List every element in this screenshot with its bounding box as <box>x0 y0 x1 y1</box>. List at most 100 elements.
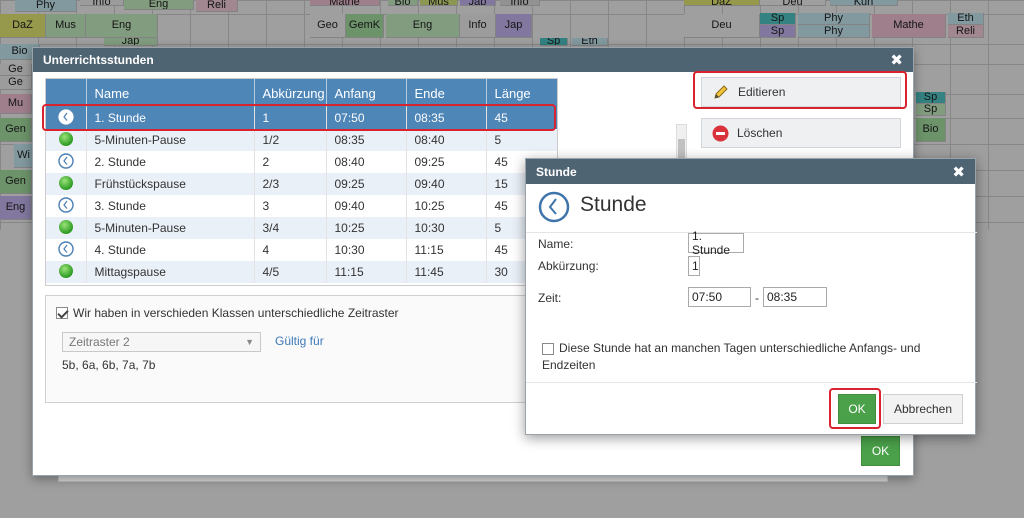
name-cell: 5-Minuten-Pause <box>86 217 255 239</box>
lesson-edit-dialog-title: Stunde <box>536 164 577 179</box>
start-cell: 08:35 <box>326 129 407 151</box>
valid-for-link[interactable]: Gültig für <box>275 334 324 348</box>
table-row[interactable]: 5-Minuten-Pause 1/2 08:35 08:40 5 <box>46 129 557 151</box>
column-header-end[interactable]: Ende <box>406 79 487 107</box>
column-header-length[interactable]: Länge <box>486 79 557 107</box>
delete-icon <box>712 125 729 142</box>
timeframe-select-value: Zeitraster 2 <box>69 335 130 349</box>
abbreviation-cell: 1 <box>254 107 327 129</box>
start-cell: 07:50 <box>326 107 407 129</box>
table-header-row: Name Abkürzung Anfang Ende Länge <box>46 79 557 107</box>
green-dot-icon <box>58 175 74 194</box>
name-cell: 1. Stunde <box>86 107 255 129</box>
clock-icon <box>58 196 74 216</box>
icon-cell <box>46 261 87 283</box>
clock-icon <box>538 191 570 223</box>
table-row[interactable]: 3. Stunde 3 09:40 10:25 45 <box>46 195 557 217</box>
clock-icon <box>58 152 74 172</box>
name-label: Name: <box>538 237 574 251</box>
name-cell: Frühstückspause <box>86 173 255 195</box>
varying-times-checkbox[interactable] <box>542 342 554 355</box>
divider <box>526 232 977 233</box>
icon-cell <box>46 239 87 261</box>
end-cell: 09:25 <box>406 151 487 173</box>
name-cell: Mittagspause <box>86 261 255 283</box>
timeframe-checkbox[interactable] <box>56 307 68 319</box>
time-label: Zeit: <box>538 291 562 305</box>
cancel-button[interactable]: Abbrechen <box>883 394 963 424</box>
abbreviation-input[interactable]: 1 <box>688 256 700 276</box>
green-dot-icon <box>58 219 74 238</box>
table-row[interactable]: 4. Stunde 4 10:30 11:15 45 <box>46 239 557 261</box>
name-cell: 2. Stunde <box>86 151 255 173</box>
table-row[interactable]: 5-Minuten-Pause 3/4 10:25 10:30 5 <box>46 217 557 239</box>
abbreviation-cell: 2/3 <box>254 173 327 195</box>
abbreviation-cell: 3 <box>254 195 327 217</box>
length-cell: 45 <box>486 107 557 129</box>
length-cell: 5 <box>486 129 557 151</box>
table-row[interactable]: 2. Stunde 2 08:40 09:25 45 <box>46 151 557 173</box>
green-dot-icon <box>58 263 74 282</box>
edit-button[interactable]: Editieren <box>701 77 901 107</box>
timeframe-checkbox-row[interactable]: Wir haben in verschieden Klassen untersc… <box>56 306 399 320</box>
icon-cell <box>46 151 87 173</box>
end-cell: 10:30 <box>406 217 487 239</box>
timeframe-select[interactable]: Zeitraster 2 ▼ <box>62 332 261 352</box>
end-cell: 11:15 <box>406 239 487 261</box>
abbreviation-cell: 1/2 <box>254 129 327 151</box>
lessons-dialog-title: Unterrichtsstunden <box>43 53 154 67</box>
delete-button-label: Löschen <box>737 126 783 140</box>
lessons-table-body: 1. Stunde 1 07:50 08:35 45 5-Minuten-Pause 1/2… <box>46 107 557 283</box>
close-icon[interactable]: ✖ <box>952 163 965 181</box>
chevron-down-icon: ▼ <box>245 337 254 347</box>
end-cell: 08:40 <box>406 129 487 151</box>
time-start-input[interactable]: 07:50 <box>688 287 751 307</box>
name-cell: 3. Stunde <box>86 195 255 217</box>
varying-times-row[interactable]: Diese Stunde hat an manchen Tagen unters… <box>542 340 932 374</box>
start-cell: 10:30 <box>326 239 407 261</box>
close-icon[interactable]: ✖ <box>890 51 903 69</box>
edit-button-label: Editieren <box>738 85 786 99</box>
column-header-abbreviation[interactable]: Abkürzung <box>254 79 327 107</box>
column-header-name[interactable]: Name <box>86 79 255 107</box>
main-ok-button[interactable]: OK <box>861 436 900 466</box>
varying-times-label: Diese Stunde hat an manchen Tagen unters… <box>542 341 921 372</box>
footer-divider <box>526 382 977 383</box>
table-row[interactable]: Mittagspause 4/5 11:15 11:45 30 <box>46 261 557 283</box>
abbreviation-cell: 4/5 <box>254 261 327 283</box>
lessons-table: Name Abkürzung Anfang Ende Länge 1. Stun… <box>46 79 557 283</box>
icon-cell <box>46 107 87 129</box>
name-cell: 4. Stunde <box>86 239 255 261</box>
classes-text: 5b, 6a, 6b, 7a, 7b <box>62 358 156 372</box>
pencil-icon <box>712 83 730 101</box>
start-cell: 11:15 <box>326 261 407 283</box>
start-cell: 09:40 <box>326 195 407 217</box>
column-header-icon <box>46 79 87 107</box>
end-cell: 08:35 <box>406 107 487 129</box>
lessons-dialog-header: Unterrichtsstunden ✖ <box>33 48 913 72</box>
timeframe-checkbox-label: Wir haben in verschieden Klassen untersc… <box>73 306 399 320</box>
delete-button[interactable]: Löschen <box>701 118 901 148</box>
column-header-start[interactable]: Anfang <box>326 79 407 107</box>
end-cell: 11:45 <box>406 261 487 283</box>
start-cell: 08:40 <box>326 151 407 173</box>
abbreviation-cell: 2 <box>254 151 327 173</box>
start-cell: 10:25 <box>326 217 407 239</box>
lesson-edit-heading: Stunde <box>580 193 647 216</box>
table-row[interactable]: Frühstückspause 2/3 09:25 09:40 15 <box>46 173 557 195</box>
icon-cell <box>46 129 87 151</box>
time-end-input[interactable]: 08:35 <box>763 287 827 307</box>
green-dot-icon <box>58 131 74 150</box>
lesson-edit-dialog: Stunde ✖ Stunde Name: 1. Stunde Abkürzun… <box>525 158 977 435</box>
icon-cell <box>46 173 87 195</box>
lesson-ok-button[interactable]: OK <box>838 394 876 424</box>
table-row[interactable]: 1. Stunde 1 07:50 08:35 45 <box>46 107 557 129</box>
name-input[interactable]: 1. Stunde <box>688 229 744 257</box>
icon-cell <box>46 217 87 239</box>
clock-icon <box>58 240 74 260</box>
abbreviation-cell: 3/4 <box>254 217 327 239</box>
clock-icon <box>58 108 74 128</box>
abbreviation-label: Abkürzung: <box>538 259 599 273</box>
name-cell: 5-Minuten-Pause <box>86 129 255 151</box>
end-cell: 09:40 <box>406 173 487 195</box>
